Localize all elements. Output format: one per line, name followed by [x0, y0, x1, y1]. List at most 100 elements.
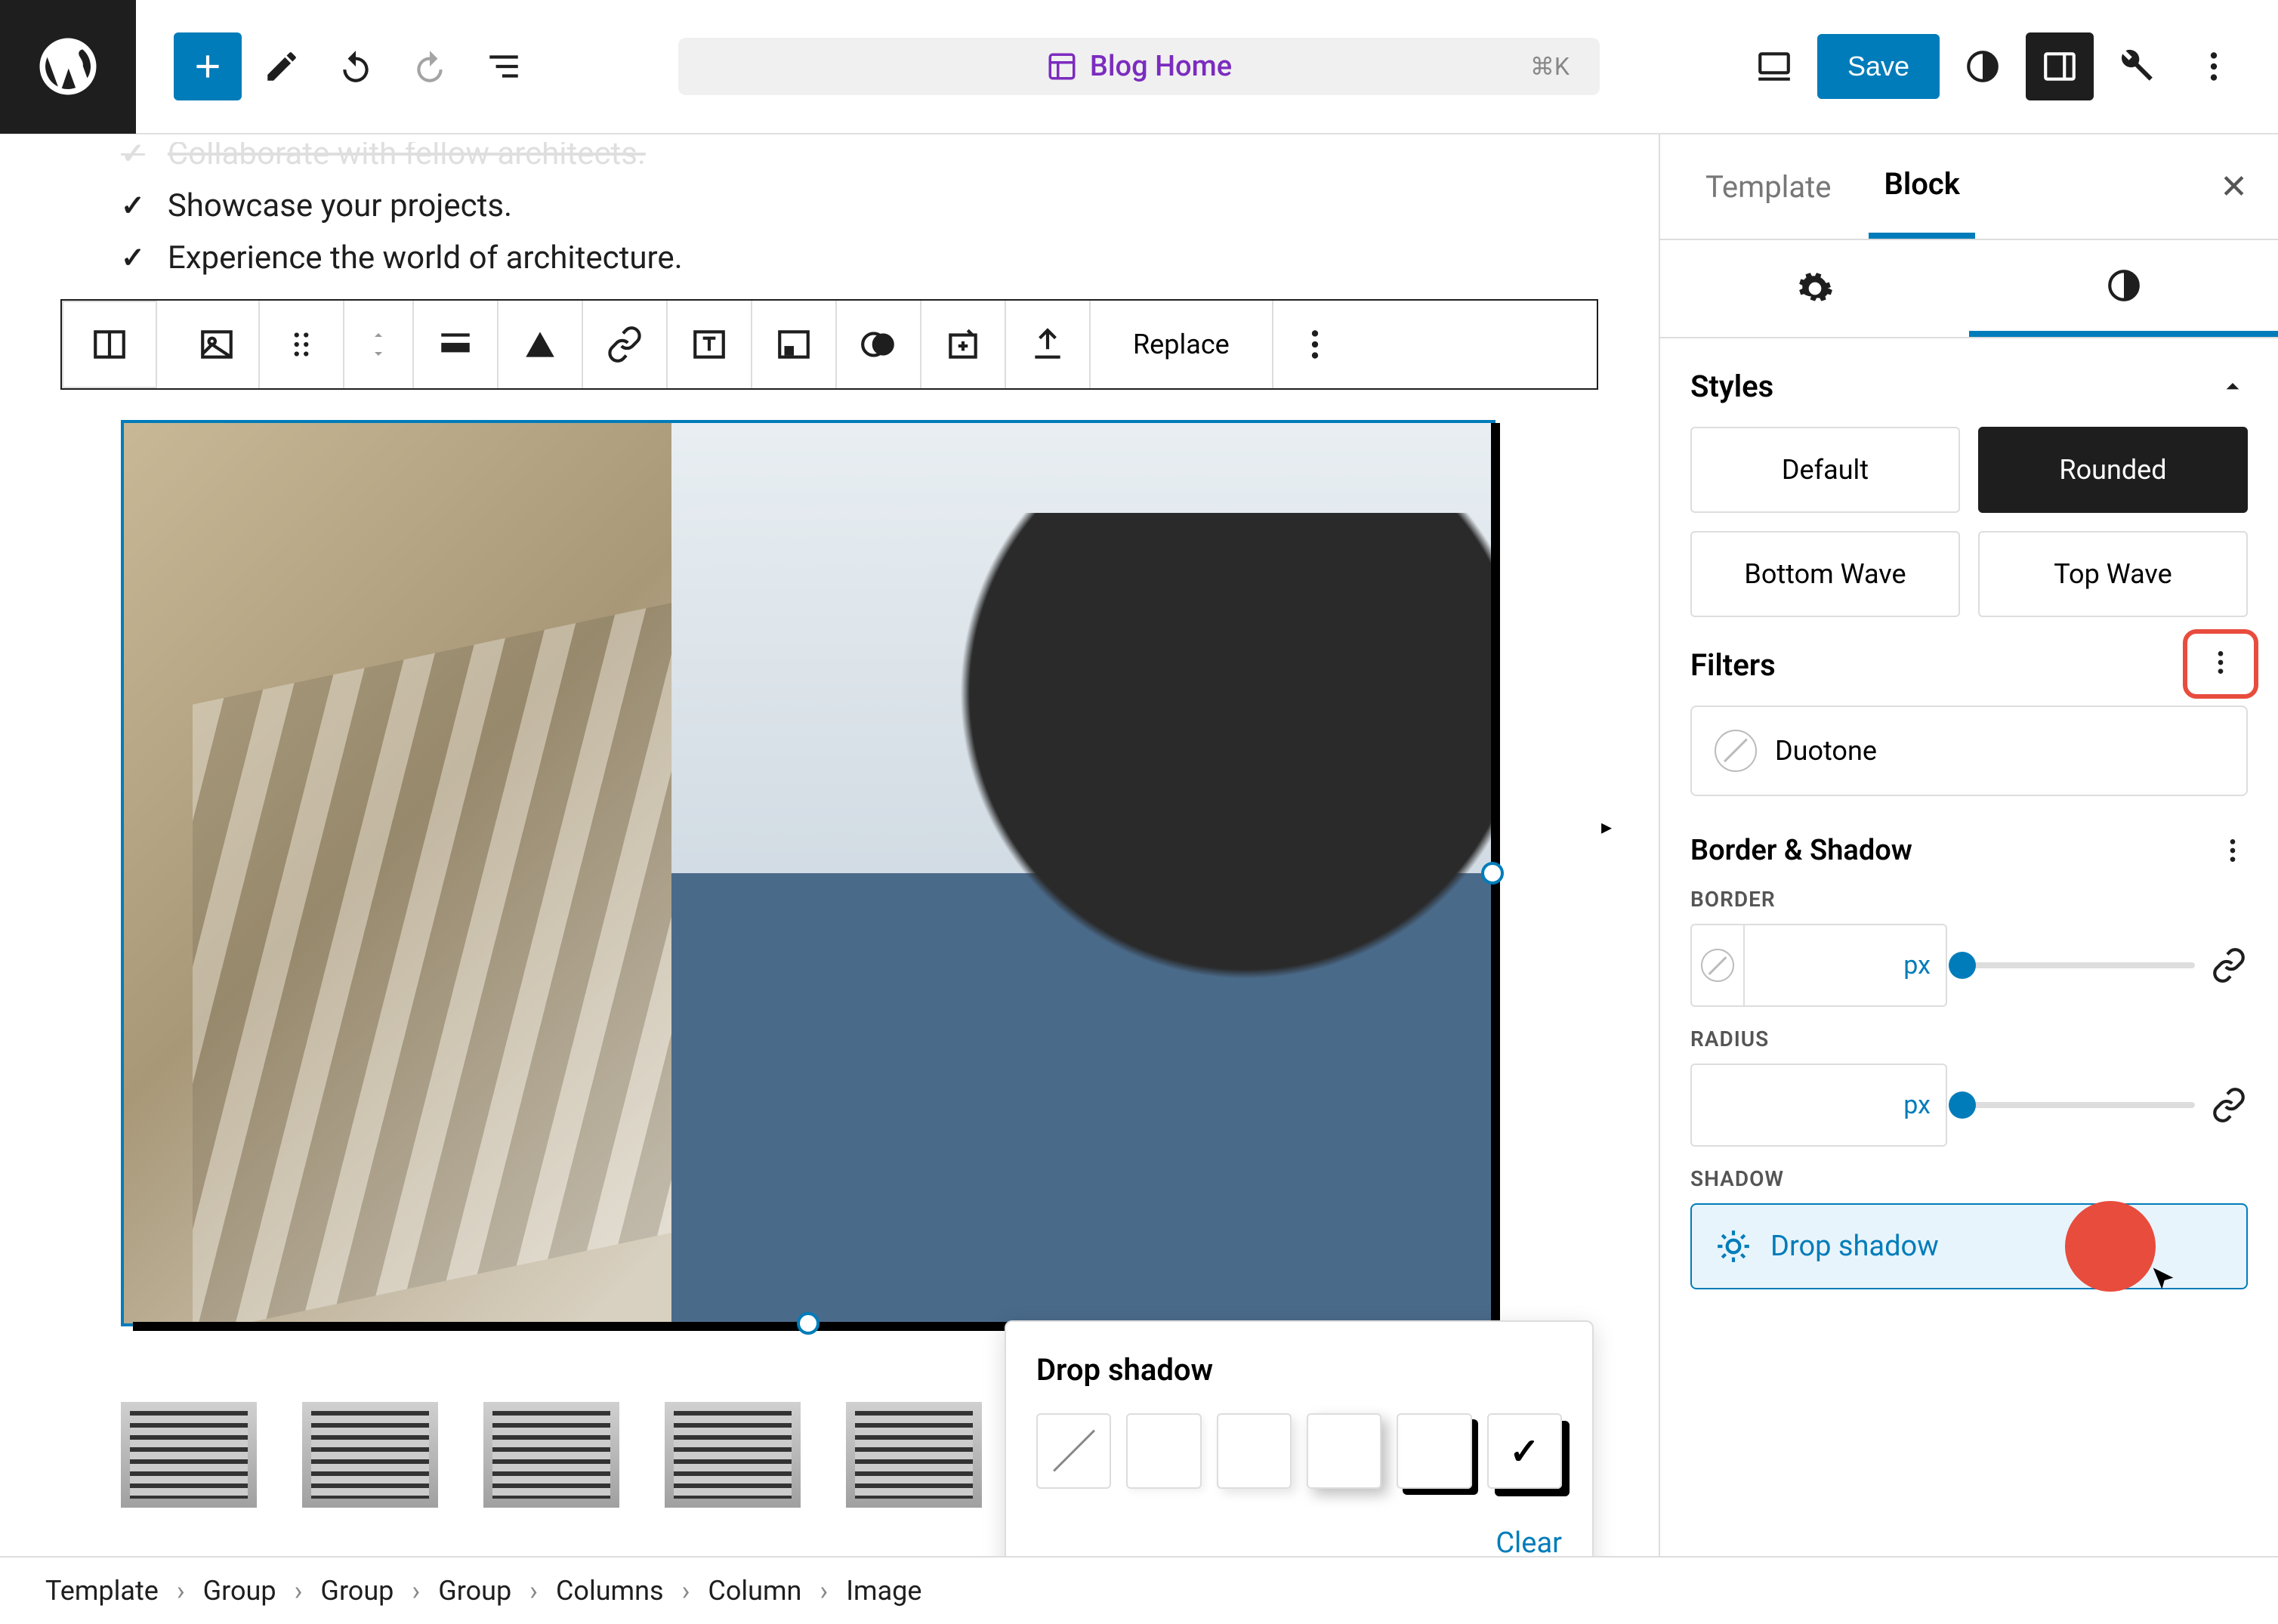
shadow-preset-crisp[interactable] [1487, 1413, 1562, 1489]
subtab-settings[interactable] [1660, 240, 1969, 337]
options-button[interactable] [2180, 32, 2248, 100]
duotone-filter-button[interactable]: Duotone [1690, 705, 2248, 796]
radius-label: RADIUS [1690, 1027, 2248, 1051]
click-indicator [2065, 1201, 2156, 1292]
radius-slider[interactable] [1962, 1102, 2195, 1108]
border-width-slider[interactable] [1962, 962, 2195, 968]
shadow-preset-outlined[interactable] [1397, 1413, 1471, 1489]
chevron-up-icon[interactable] [2218, 372, 2248, 402]
gallery-thumb[interactable] [665, 1402, 801, 1508]
unlink-icon[interactable] [2210, 946, 2248, 984]
crumb[interactable]: Group [320, 1575, 394, 1607]
editor-canvas[interactable]: ✓ Collaborate with fellow architects. ✓ Sh… [0, 134, 1659, 1556]
add-block-button[interactable] [174, 32, 242, 100]
aspect-icon [775, 326, 813, 363]
shadow-label: SHADOW [1690, 1166, 2248, 1191]
drag-handle[interactable] [260, 301, 344, 388]
link-button[interactable] [583, 301, 668, 388]
undo-button[interactable] [322, 32, 390, 100]
border-width-input[interactable]: px [1745, 925, 1946, 1005]
crumb[interactable]: Columns [556, 1575, 664, 1607]
shadow-preset-sharp[interactable] [1307, 1413, 1381, 1489]
check-icon: ✓ [121, 241, 145, 275]
styles-heading: Styles [1690, 369, 1773, 404]
unlink-icon[interactable] [2210, 1086, 2248, 1124]
list-view-button[interactable] [470, 32, 538, 100]
insert-button[interactable] [921, 301, 1006, 388]
image-block[interactable] [121, 420, 1496, 1326]
text-button[interactable] [668, 301, 752, 388]
column-icon [91, 326, 128, 363]
global-styles-button[interactable] [1949, 32, 2017, 100]
wordpress-logo[interactable] [0, 0, 136, 134]
list-text: Collaborate with fellow architects. [168, 142, 646, 165]
keyboard-shortcut: ⌘K [1530, 52, 1570, 81]
crumb[interactable]: Template [45, 1575, 159, 1607]
more-vertical-icon[interactable] [2205, 647, 2236, 678]
parent-block-button[interactable] [62, 301, 157, 388]
chevron-up-icon [367, 326, 390, 344]
resize-handle-right[interactable] [1481, 862, 1504, 885]
close-sidebar-button[interactable]: ✕ [2220, 167, 2248, 206]
settings-sidebar-button[interactable] [2026, 32, 2094, 100]
popover-title: Drop shadow [1036, 1352, 1562, 1388]
crumb[interactable]: Group [438, 1575, 511, 1607]
crumb[interactable]: Image [846, 1575, 921, 1607]
replace-label: Replace [1113, 329, 1249, 360]
resize-handle-bottom[interactable] [797, 1312, 820, 1335]
drop-shadow-button[interactable]: Drop shadow [1690, 1203, 2248, 1289]
shadow-preset-natural[interactable] [1126, 1413, 1201, 1489]
tab-block[interactable]: Block [1869, 134, 1974, 239]
list-text: Experience the world of architecture. [168, 239, 683, 276]
duotone-button[interactable] [837, 301, 921, 388]
tab-template[interactable]: Template [1690, 134, 1846, 239]
radius-input[interactable]: px [1692, 1065, 1946, 1145]
shadow-preset-none[interactable] [1036, 1413, 1111, 1489]
check-icon: ✓ [121, 189, 145, 223]
block-options-button[interactable] [1273, 301, 1357, 388]
subtab-styles[interactable] [1969, 240, 2278, 337]
view-button[interactable] [1740, 32, 1808, 100]
edit-mode-button[interactable] [248, 32, 316, 100]
crumb[interactable]: Group [203, 1575, 276, 1607]
gallery-thumb[interactable] [121, 1402, 257, 1508]
crop-button[interactable] [752, 301, 837, 388]
list-item[interactable]: ✓ Showcase your projects. [121, 187, 1659, 224]
document-title-bar[interactable]: Blog Home ⌘K [678, 38, 1600, 95]
crumb[interactable]: Column [708, 1575, 801, 1607]
gallery-thumb[interactable] [302, 1402, 438, 1508]
wordpress-icon [34, 32, 102, 100]
upload-button[interactable] [1006, 301, 1091, 388]
align-button[interactable] [414, 301, 499, 388]
shadow-preset-deep[interactable] [1217, 1413, 1292, 1489]
redo-button[interactable] [396, 32, 464, 100]
move-buttons[interactable] [344, 301, 414, 388]
block-breadcrumb: Template› Group› Group› Group› Columns› … [0, 1556, 2278, 1624]
list-text: Showcase your projects. [168, 187, 512, 224]
border-label: BORDER [1690, 887, 2248, 912]
replace-button[interactable]: Replace [1091, 301, 1273, 388]
tools-button[interactable] [2103, 32, 2171, 100]
more-vertical-icon[interactable] [2218, 835, 2248, 866]
style-option-default[interactable]: Default [1690, 427, 1960, 513]
block-type-button[interactable] [175, 301, 260, 388]
style-option-bottom-wave[interactable]: Bottom Wave [1690, 531, 1960, 617]
style-option-top-wave[interactable]: Top Wave [1978, 531, 2248, 617]
gallery-thumb[interactable] [846, 1402, 982, 1508]
list-item[interactable]: ✓ Collaborate with fellow architects. [121, 142, 1659, 165]
desktop-icon [1755, 48, 1793, 85]
clear-button[interactable]: Clear [1036, 1527, 1562, 1556]
more-vertical-icon [1296, 326, 1334, 363]
contrast-icon [2105, 267, 2143, 304]
cursor-icon [2148, 1265, 2178, 1295]
link-icon [606, 326, 644, 363]
cursor-indicator: ▸ [1601, 814, 1612, 839]
style-option-rounded[interactable]: Rounded [1978, 427, 2248, 513]
check-icon: ✓ [121, 142, 145, 165]
list-item[interactable]: ✓ Experience the world of architecture. [121, 239, 1659, 276]
save-button[interactable]: Save [1817, 34, 1940, 99]
border-color-button[interactable] [1692, 925, 1745, 1005]
gallery-thumb[interactable] [483, 1402, 619, 1508]
text-overlay-icon [690, 326, 728, 363]
caption-button[interactable] [499, 301, 583, 388]
